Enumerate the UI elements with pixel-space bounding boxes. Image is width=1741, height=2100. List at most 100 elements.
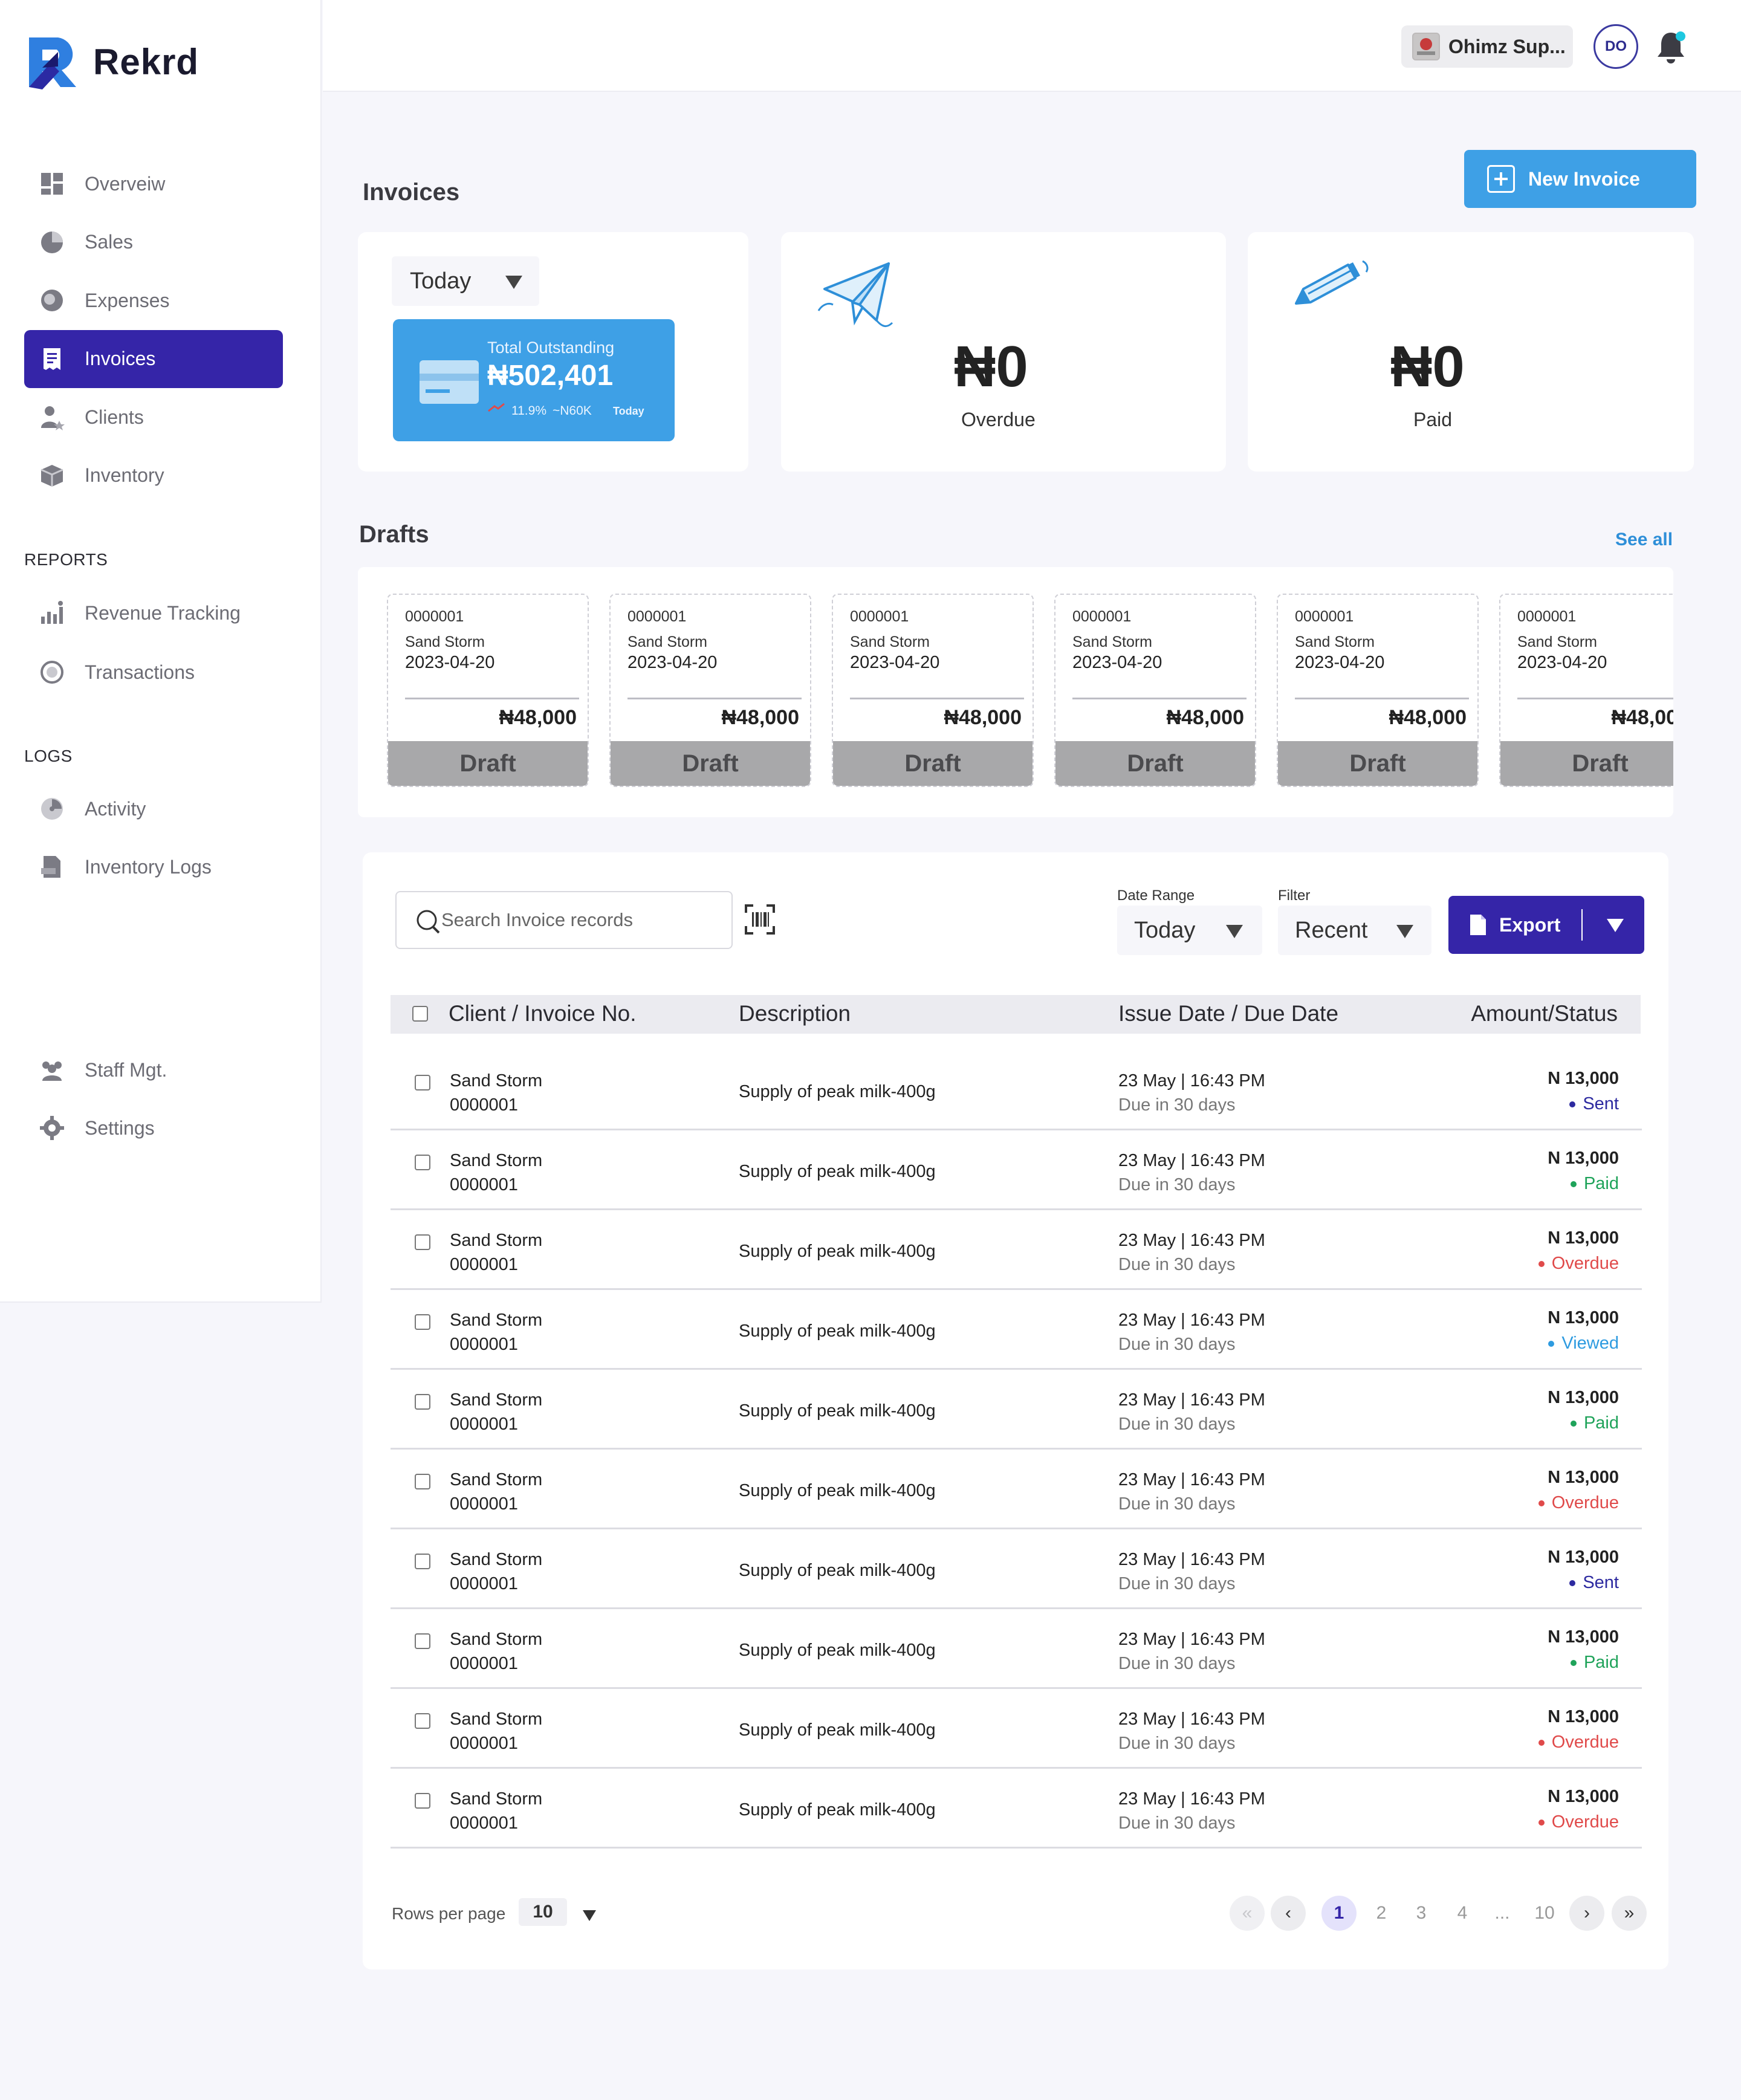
- search-input[interactable]: Search Invoice records: [395, 891, 733, 949]
- col-amount-status[interactable]: Amount/Status: [1471, 1001, 1618, 1026]
- invoice-number: 0000001: [450, 1095, 518, 1115]
- table-row[interactable]: Sand Storm 0000001 Supply of peak milk-400…: [391, 1689, 1642, 1769]
- table-row[interactable]: Sand Storm 0000001 Supply of peak milk-400…: [391, 1210, 1642, 1290]
- sidebar-item-overveiw[interactable]: Overveiw: [24, 155, 283, 213]
- draft-card[interactable]: 0000001 Sand Storm 2023-04-20 ₦48,000 Draft: [1277, 594, 1479, 787]
- change-absolute: ~N60K: [553, 404, 592, 418]
- date-range-select[interactable]: Today: [1117, 906, 1262, 955]
- change-percent: 11.9%: [511, 404, 546, 418]
- table-row[interactable]: Sand Storm 0000001 Supply of peak milk-400…: [391, 1450, 1642, 1529]
- row-checkbox[interactable]: [415, 1075, 430, 1091]
- issue-date: 23 May | 16:43 PM: [1118, 1470, 1265, 1489]
- col-client[interactable]: Client / Invoice No.: [449, 1001, 637, 1026]
- col-description[interactable]: Description: [739, 1001, 851, 1026]
- draft-status: Draft: [833, 741, 1033, 786]
- draft-divider: [1517, 698, 1673, 699]
- sidebar-item-settings[interactable]: Settings: [24, 1099, 283, 1157]
- inventory-logs-icon: [39, 854, 65, 880]
- table-row[interactable]: Sand Storm 0000001 Supply of peak milk-400…: [391, 1370, 1642, 1450]
- table-row[interactable]: Sand Storm 0000001 Supply of peak milk-400…: [391, 1130, 1642, 1210]
- sidebar-item-staff-mgt[interactable]: Staff Mgt.: [24, 1041, 283, 1099]
- barcode-scan-icon[interactable]: [745, 904, 775, 935]
- sidebar-item-inventory-logs[interactable]: Inventory Logs: [24, 838, 283, 896]
- prev-page-button[interactable]: ‹: [1271, 1896, 1306, 1931]
- row-checkbox[interactable]: [415, 1793, 430, 1809]
- search-placeholder: Search Invoice records: [441, 909, 634, 930]
- row-checkbox[interactable]: [415, 1554, 430, 1569]
- filter-select[interactable]: Recent: [1278, 906, 1431, 955]
- sidebar-item-transactions[interactable]: Transactions: [24, 643, 283, 701]
- status-dot: [1570, 1660, 1577, 1667]
- app-logo[interactable]: Rekrd: [24, 31, 199, 92]
- export-button[interactable]: Export: [1448, 896, 1644, 954]
- draft-number: 0000001: [1295, 608, 1354, 625]
- status-badge: Overdue: [1538, 1254, 1619, 1274]
- description: Supply of peak milk-400g: [739, 1242, 936, 1261]
- rows-per-page-select[interactable]: 10: [519, 1898, 567, 1926]
- page-3-button[interactable]: 3: [1404, 1896, 1439, 1931]
- row-checkbox[interactable]: [415, 1155, 430, 1170]
- draft-status: Draft: [1278, 741, 1477, 786]
- sidebar-item-label: Staff Mgt.: [85, 1058, 167, 1081]
- status-dot: [1538, 1740, 1545, 1746]
- draft-divider: [1295, 698, 1469, 699]
- store-switcher[interactable]: Ohimz Sup...: [1401, 25, 1573, 68]
- amount: N 13,000: [1548, 1707, 1619, 1726]
- user-avatar[interactable]: DO: [1593, 24, 1638, 69]
- col-dates[interactable]: Issue Date / Due Date: [1118, 1001, 1338, 1026]
- new-invoice-button[interactable]: New Invoice: [1464, 150, 1696, 208]
- expenses-icon: [39, 287, 65, 314]
- description: Supply of peak milk-400g: [739, 1641, 936, 1660]
- row-checkbox[interactable]: [415, 1633, 430, 1649]
- draft-amount: ₦48,000: [721, 706, 799, 729]
- period-select[interactable]: Today: [392, 256, 539, 306]
- draft-amount: ₦48,000: [1389, 706, 1467, 729]
- draft-card[interactable]: 0000001 Sand Storm 2023-04-20 ₦48,000 Draft: [832, 594, 1034, 787]
- table-row[interactable]: Sand Storm 0000001 Supply of peak milk-400…: [391, 1609, 1642, 1689]
- see-all-drafts-link[interactable]: See all: [1615, 530, 1673, 550]
- last-page-button[interactable]: »: [1612, 1896, 1647, 1931]
- drafts-carousel: 0000001 Sand Storm 2023-04-20 ₦48,000 Draft 0…: [358, 567, 1673, 817]
- export-dropdown-icon[interactable]: [1607, 919, 1624, 932]
- row-checkbox[interactable]: [415, 1234, 430, 1250]
- export-divider: [1581, 909, 1583, 941]
- description: Supply of peak milk-400g: [739, 1800, 936, 1820]
- rows-per-page-chevron-icon[interactable]: [583, 1910, 596, 1921]
- chevron-down-icon: [505, 276, 522, 289]
- row-checkbox[interactable]: [415, 1314, 430, 1330]
- draft-card[interactable]: 0000001 Sand Storm 2023-04-20 ₦48,000 Draft: [609, 594, 811, 787]
- sidebar-item-revenue-tracking[interactable]: Revenue Tracking: [24, 584, 283, 642]
- status-text: Overdue: [1551, 1254, 1619, 1273]
- store-logo-icon: [1412, 33, 1440, 60]
- sidebar-item-sales[interactable]: Sales: [24, 213, 283, 271]
- table-row[interactable]: Sand Storm 0000001 Supply of peak milk-400…: [391, 1051, 1642, 1130]
- draft-card[interactable]: 0000001 Sand Storm 2023-04-20 ₦48,000 Draft: [1054, 594, 1256, 787]
- sidebar-item-expenses[interactable]: Expenses: [24, 271, 283, 329]
- first-page-button[interactable]: «: [1230, 1896, 1265, 1931]
- draft-amount: ₦48,000: [1166, 706, 1244, 729]
- notification-bell-icon[interactable]: [1655, 29, 1687, 65]
- table-row[interactable]: Sand Storm 0000001 Supply of peak milk-400…: [391, 1290, 1642, 1370]
- table-row[interactable]: Sand Storm 0000001 Supply of peak milk-400…: [391, 1769, 1642, 1849]
- page-4-button[interactable]: 4: [1445, 1896, 1480, 1931]
- draft-number: 0000001: [405, 608, 464, 625]
- draft-card[interactable]: 0000001 Sand Storm 2023-04-20 ₦48,000 Draft: [1499, 594, 1673, 787]
- page-1-button[interactable]: 1: [1321, 1896, 1357, 1931]
- sidebar-item-inventory[interactable]: Inventory: [24, 447, 283, 505]
- draft-card[interactable]: 0000001 Sand Storm 2023-04-20 ₦48,000 Draft: [387, 594, 589, 787]
- notification-dot: [1676, 31, 1685, 41]
- description: Supply of peak milk-400g: [739, 1481, 936, 1500]
- row-checkbox[interactable]: [415, 1713, 430, 1729]
- page-2-button[interactable]: 2: [1364, 1896, 1399, 1931]
- row-checkbox[interactable]: [415, 1394, 430, 1410]
- row-checkbox[interactable]: [415, 1474, 430, 1489]
- select-all-checkbox[interactable]: [412, 1006, 428, 1022]
- sidebar-item-clients[interactable]: Clients: [24, 388, 283, 446]
- page-10-button[interactable]: 10: [1527, 1896, 1562, 1931]
- next-page-button[interactable]: ›: [1569, 1896, 1604, 1931]
- staff-icon: [39, 1057, 65, 1083]
- draft-client: Sand Storm: [1517, 634, 1598, 650]
- sidebar-item-invoices[interactable]: Invoices: [24, 329, 283, 388]
- table-row[interactable]: Sand Storm 0000001 Supply of peak milk-400…: [391, 1529, 1642, 1609]
- sidebar-item-activity[interactable]: Activity: [24, 780, 283, 838]
